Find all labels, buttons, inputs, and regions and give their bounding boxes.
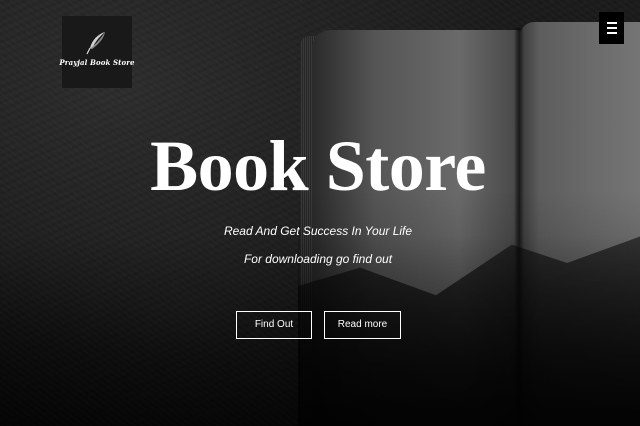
read-more-button[interactable]: Read more (324, 311, 401, 339)
hamburger-menu-button[interactable] (599, 12, 624, 44)
hamburger-menu-icon (606, 22, 617, 24)
hero-subtagline: For downloading go find out (243, 252, 393, 266)
hamburger-menu-icon-bar (606, 32, 617, 34)
hero-title: Book Store (150, 126, 486, 206)
site-logo[interactable]: Prayjal Book Store (59, 16, 135, 88)
logo-text: Prayjal Book Store (59, 58, 135, 67)
find-out-button[interactable]: Find Out (236, 311, 312, 339)
hamburger-menu-icon-bar (606, 27, 617, 29)
hero-tagline: Read And Get Success In Your Life (223, 224, 413, 238)
hero-section: Prayjal Book Store Book Store Read And G… (0, 0, 640, 426)
feather-quill-icon (86, 32, 105, 55)
